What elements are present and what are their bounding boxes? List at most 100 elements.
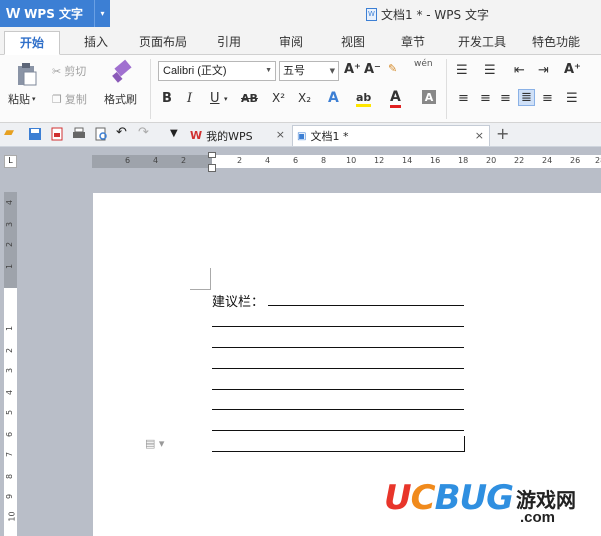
ruler-number: 18 <box>458 156 469 165</box>
paste-icon <box>18 63 37 86</box>
answer-line <box>212 368 464 369</box>
ribbon-home: 粘贴 ▾ ✂ 剪切 ❐ 复制 格式刷 Calibri (正文) ▼ 五号 ▼ A⁺ A… <box>0 55 601 123</box>
align-right-icon[interactable]: ≡ <box>500 91 511 106</box>
highlight-button[interactable]: ab <box>356 91 372 107</box>
print-preview-icon[interactable] <box>94 127 108 141</box>
decrease-indent-icon[interactable]: ⇤ <box>514 63 525 78</box>
ruler-number: 7 <box>5 451 15 458</box>
tab-stop-selector[interactable]: L <box>4 155 17 168</box>
paragraph-handle-icon[interactable]: ▤ ▾ <box>145 437 164 450</box>
ruler-number: 16 <box>430 156 441 165</box>
print-icon[interactable] <box>72 127 86 141</box>
font-name-select[interactable]: Calibri (正文) ▼ <box>158 61 276 81</box>
italic-button[interactable]: I <box>187 91 192 106</box>
format-painter-label: 格式刷 <box>104 93 137 106</box>
doc-tab-document1[interactable]: ▣ 文档1 * × <box>292 125 490 146</box>
ruler-number: 4 <box>153 156 159 165</box>
app-menu-dropdown-icon[interactable]: ▾ <box>94 0 110 27</box>
numbered-list-icon[interactable]: ☰ <box>484 63 496 78</box>
bullet-list-icon[interactable]: ☰ <box>456 63 468 78</box>
pinyin-button[interactable]: wén <box>414 59 433 69</box>
ruler-number: 1 <box>5 263 15 270</box>
answer-line <box>212 451 464 452</box>
align-left-icon[interactable]: ≡ <box>458 91 469 106</box>
close-icon[interactable]: × <box>475 129 484 142</box>
clear-format-icon[interactable]: ✎ <box>388 62 397 75</box>
answer-line <box>212 389 464 390</box>
margin-corner-mark <box>190 289 211 290</box>
superscript-button[interactable]: X² <box>272 91 285 105</box>
ruler-number: 1 <box>5 325 15 332</box>
horizontal-ruler[interactable]: 6 4 2 2 4 6 8 10 12 14 16 18 20 22 24 26… <box>92 155 601 168</box>
line-spacing-icon[interactable]: ☰ <box>566 91 578 106</box>
first-line-indent-marker[interactable] <box>208 152 216 158</box>
chinese-layout-icon[interactable]: A⁺ <box>564 62 581 77</box>
bold-button[interactable]: B <box>162 91 172 106</box>
doc-tab-label: 文档1 * <box>310 130 349 143</box>
font-size-select[interactable]: 五号 ▼ <box>279 61 339 81</box>
shrink-font-button[interactable]: A⁻ <box>364 62 381 77</box>
tab-insert[interactable]: 插入 <box>72 31 120 55</box>
redo-icon[interactable]: ↷ <box>138 125 152 140</box>
subscript-button[interactable]: X₂ <box>298 91 311 105</box>
font-color-button[interactable]: A <box>390 89 401 108</box>
grow-font-button[interactable]: A⁺ <box>344 62 361 77</box>
ruler-number: 22 <box>514 156 525 165</box>
ruler-number: 3 <box>5 221 15 228</box>
app-name: WPS 文字 <box>24 7 84 21</box>
new-tab-icon[interactable]: + <box>496 124 510 143</box>
format-painter-icon-button[interactable] <box>110 59 136 85</box>
left-indent-marker[interactable] <box>208 164 216 172</box>
tab-view[interactable]: 视图 <box>330 31 376 55</box>
tab-home[interactable]: 开始 <box>4 31 60 55</box>
ruler-number: 4 <box>5 389 15 396</box>
ruler-number: 24 <box>542 156 553 165</box>
increase-indent-icon[interactable]: ⇥ <box>538 63 549 78</box>
wps-logo-icon: W <box>6 5 21 22</box>
underline-dropdown-icon[interactable]: ▾ <box>224 95 228 103</box>
align-center-icon[interactable]: ≡ <box>480 91 491 106</box>
document-icon: ▣ <box>297 130 307 142</box>
ruler-number: 8 <box>321 156 327 165</box>
copy-button[interactable]: ❐ 复制 <box>52 91 87 107</box>
char-shade-button[interactable]: A <box>422 90 436 104</box>
ruler-number: 6 <box>5 431 15 438</box>
tab-section[interactable]: 章节 <box>390 31 436 55</box>
open-folder-icon[interactable]: ▰ <box>4 125 18 140</box>
ribbon-tabs: 开始 插入 页面布局 引用 审阅 视图 章节 开发工具 特色功能 <box>0 27 601 55</box>
tab-references[interactable]: 引用 <box>206 31 252 55</box>
ruler-number: 4 <box>265 156 271 165</box>
paste-label-button[interactable]: 粘贴 ▾ <box>8 91 36 107</box>
customize-toolbar-icon[interactable]: ▼ <box>170 128 184 142</box>
scissors-icon: ✂ <box>52 64 62 78</box>
ruler-number: 14 <box>402 156 413 165</box>
app-menu-button[interactable]: W WPS 文字 ▾ <box>0 0 110 27</box>
margin-corner-mark <box>210 268 211 290</box>
tab-developer[interactable]: 开发工具 <box>450 31 514 55</box>
underline-button[interactable]: U <box>210 91 220 106</box>
format-painter-button[interactable]: 格式刷 <box>104 91 137 107</box>
pinyin-label: wén <box>414 59 433 69</box>
tab-special[interactable]: 特色功能 <box>524 31 588 55</box>
save-icon[interactable] <box>28 127 42 141</box>
close-icon[interactable]: × <box>276 128 285 141</box>
doc-tab-my-wps[interactable]: W 我的WPS × <box>186 125 290 146</box>
chevron-down-icon: ▼ <box>265 67 272 74</box>
ruler-number: 5 <box>5 409 15 416</box>
paste-button[interactable] <box>8 61 46 87</box>
tab-page-layout[interactable]: 页面布局 <box>132 31 194 55</box>
title-bar: W WPS 文字 ▾ W 文档1 * - WPS 文字 <box>0 0 601 27</box>
ruler-number: 4 <box>5 199 15 206</box>
strikethrough-button[interactable]: AB <box>241 92 258 105</box>
vertical-ruler[interactable]: 4 3 2 1 1 2 3 4 5 6 7 8 9 10 <box>4 192 17 536</box>
justify-icon[interactable]: ≣ <box>518 89 535 106</box>
tab-review[interactable]: 审阅 <box>266 31 316 55</box>
undo-icon[interactable]: ↶ <box>116 125 130 140</box>
watermark-domain: .com <box>520 509 556 526</box>
export-pdf-icon[interactable] <box>50 127 64 141</box>
chevron-down-icon: ▼ <box>329 67 335 75</box>
distributed-icon[interactable]: ≡ <box>542 91 553 106</box>
cut-button[interactable]: ✂ 剪切 <box>52 63 86 79</box>
copy-icon: ❐ <box>52 92 62 106</box>
text-effect-button[interactable]: A <box>328 90 339 106</box>
